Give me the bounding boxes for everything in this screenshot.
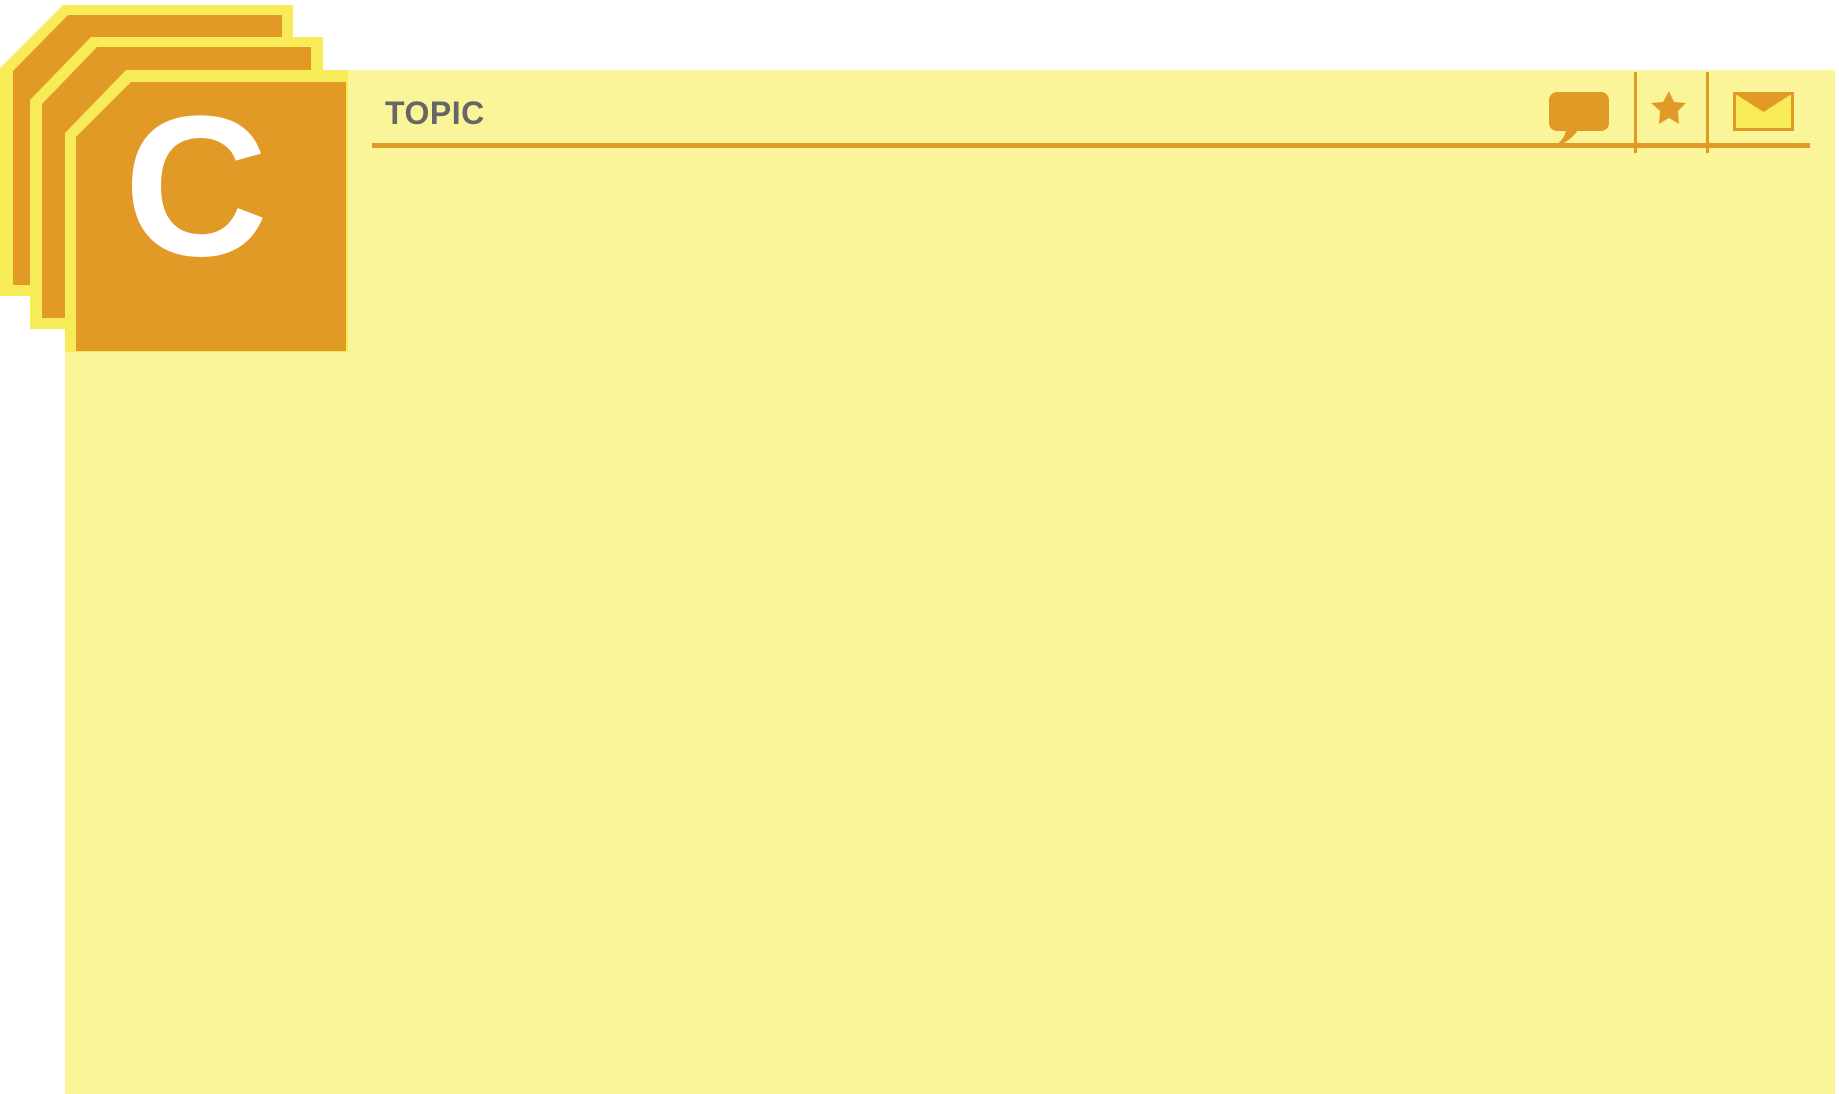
star-icon[interactable] [1648, 90, 1690, 130]
toolbar-divider-1 [1634, 72, 1637, 153]
speech-bubble-icon[interactable] [1548, 92, 1610, 148]
topic-label: TOPIC [385, 95, 485, 131]
card-letter: C [123, 75, 269, 298]
envelope-icon[interactable] [1733, 92, 1795, 132]
stage: C TOPIC [0, 0, 1839, 1094]
toolbar-divider-2 [1706, 72, 1709, 153]
